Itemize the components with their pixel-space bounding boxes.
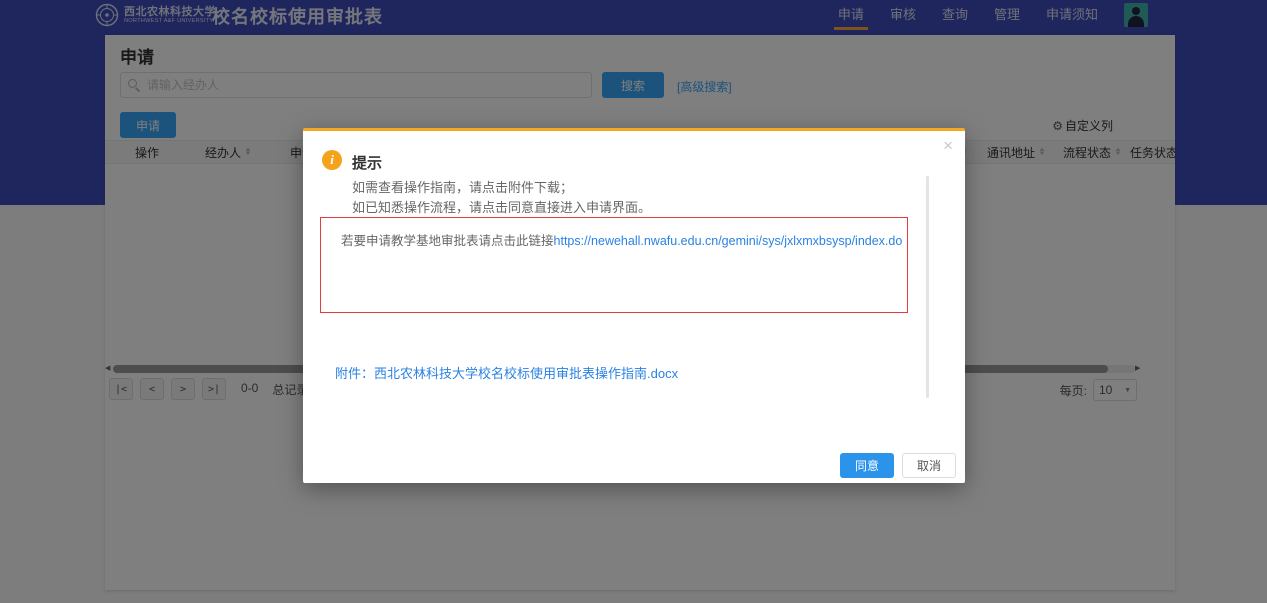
- agree-button[interactable]: 同意: [840, 453, 894, 478]
- notice-link[interactable]: https://newehall.nwafu.edu.cn/gemini/sys…: [554, 234, 903, 248]
- modal-body-line2: 如已知悉操作流程，请点击同意直接进入申请界面。: [352, 197, 651, 216]
- modal-scrollbar-thumb[interactable]: [926, 176, 929, 398]
- modal-body-line1: 如需查看操作指南，请点击附件下载；: [352, 177, 573, 196]
- info-icon: i: [322, 150, 342, 170]
- attachment-link[interactable]: 附件：西北农林科技大学校名校标使用审批表操作指南.docx: [335, 363, 678, 382]
- cancel-button[interactable]: 取消: [902, 453, 956, 478]
- notice-text: 若要申请教学基地审批表请点击此链接: [341, 234, 554, 248]
- notice-modal: × i 提示 如需查看操作指南，请点击附件下载； 如已知悉操作流程，请点击同意直…: [303, 128, 965, 483]
- close-icon[interactable]: ×: [943, 137, 953, 154]
- modal-title: 提示: [352, 152, 382, 173]
- notice-red-box: 若要申请教学基地审批表请点击此链接https://newehall.nwafu.…: [320, 217, 908, 313]
